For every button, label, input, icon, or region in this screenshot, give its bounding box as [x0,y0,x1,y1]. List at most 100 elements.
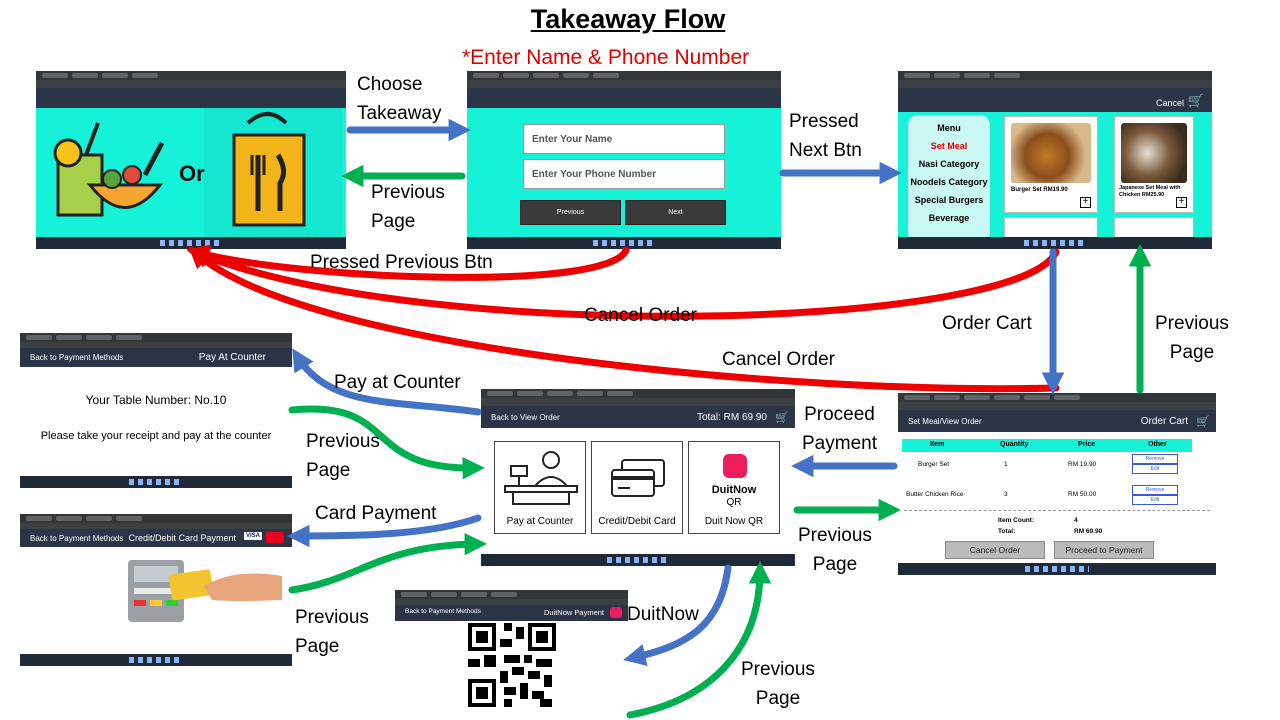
label-choose-takeaway: Choose Takeaway [357,74,442,124]
category-beverage[interactable]: Beverage [908,213,990,223]
screen-card-payment: Back to Payment Methods Credit/Debit Car… [20,514,292,666]
cart-icon[interactable]: 🛒 [775,411,789,424]
menu-item-card[interactable] [1114,217,1194,239]
diagram-title: Takeaway Flow [530,4,726,34]
back-link[interactable]: Back to Payment Methods [30,534,123,543]
back-link[interactable]: Back to Payment Methods [405,608,481,615]
category-burgers[interactable]: Special Burgers [908,195,990,205]
label-previous-page: Previous Page [295,607,369,657]
label-cancel-order: Cancel Order [584,305,697,326]
card-label: Credit/Debit Card [598,516,676,527]
card-heading: Credit/Debit Card Payment [128,533,236,543]
label-previous-page: Previous Page [371,182,445,232]
total-label: Total: [998,528,1016,535]
label-previous-page: Previous Page [798,525,872,575]
menu-item-name: Burger Set RM19.90 [1011,187,1068,193]
menu-item-card[interactable]: Burger Set RM19.90 + [1004,116,1098,213]
arrow-previous-5 [288,532,487,594]
burger-image [1011,123,1091,183]
card-terminal-illustration [128,560,282,622]
takeaway-bag-icon[interactable] [226,111,316,231]
screen-menu: Cancel 🛒 Menu Set Meal Nasi Category Noo… [898,71,1212,249]
phone-input[interactable]: Enter Your Phone Number [523,159,725,189]
back-to-view-order-link[interactable]: Back to View Order [491,413,560,422]
cancel-order-button[interactable]: Cancel Order [945,541,1045,559]
label-previous-page: Previous Page [741,659,815,709]
label-pressed-previous-btn: Pressed Previous Btn [310,252,493,273]
duitnow-logo-text: DuitNow [711,484,757,496]
label-card-payment: Card Payment [315,503,437,524]
qr-code-image [468,623,556,707]
cart-heading: Order Cart [1140,416,1188,427]
previous-button[interactable]: Previous [520,200,621,225]
screen-order-cart: Set Meal/View Order Order Cart 🛒 Item Qu… [898,393,1216,575]
name-input[interactable]: Enter Your Name [523,124,725,154]
col-item: Item [930,441,945,448]
screen-pay-at-counter: Back to Payment Methods Pay At Counter Y… [20,333,292,488]
credit-card-icon [611,459,665,497]
proceed-to-payment-button[interactable]: Proceed to Payment [1054,541,1154,559]
table-number: Your Table Number: No.10 [85,393,227,407]
remove-button[interactable]: Remove [1132,485,1178,495]
menu-heading: Menu [937,123,961,133]
cart-row-price: RM 50.00 [1068,491,1097,498]
cart-table-header: Item Quantity Price Other [902,439,1192,452]
category-nasi[interactable]: Nasi Category [908,159,990,169]
cart-row-qty: 1 [1004,461,1008,468]
card-option[interactable]: Credit/Debit Card [591,441,683,534]
edit-button[interactable]: Edit [1132,464,1178,474]
duitnow-logo-qr: QR [726,497,742,508]
duitnow-logo-icon [610,607,622,618]
label-order-cart: Order Cart [942,313,1032,334]
set-meal-image [1121,123,1187,183]
cart-icon[interactable]: 🛒 [1196,415,1210,428]
remove-button[interactable]: Remove [1132,454,1178,464]
label-pressed-next: Pressed Next Btn [789,111,862,161]
or-text: Or [179,161,205,186]
next-button[interactable]: Next [625,200,726,225]
menu-item-card[interactable]: Japanese Set Meal with Chicken RM25.90 + [1114,116,1194,213]
cart-row-item: Butter Chicken Rice [906,491,964,498]
menu-item-card[interactable] [1004,217,1098,239]
cart-icon[interactable]: 🛒 [1188,93,1204,109]
cart-row-price: RM 19.90 [1068,461,1097,468]
category-set-meal[interactable]: Set Meal [908,141,990,151]
mastercard-logo [266,532,284,543]
duitnow-heading: DuitNow Payment [543,608,604,617]
screen-order-type: Or [36,71,346,249]
col-other: Other [1148,441,1167,448]
duitnow-label: Duit Now QR [704,516,764,527]
add-icon[interactable]: + [1176,197,1187,208]
label-previous-page: Previous Page [1155,313,1229,363]
total-value: RM 69.90 [1074,528,1103,535]
category-noodles[interactable]: Noodels Category [908,177,990,187]
label-duitnow: DuitNow [627,604,699,625]
divider [904,510,1210,511]
input-note: *Enter Name & Phone Number [462,46,750,69]
cart-row-item: Burger Set [918,461,950,468]
screen-customer-details: Enter Your Name Enter Your Phone Number … [467,71,781,249]
label-cancel-order: Cancel Order [722,349,835,370]
label-previous-page: Previous Page [306,431,380,481]
item-count-label: Item Count: [998,517,1035,524]
edit-button[interactable]: Edit [1132,495,1178,505]
screen-duitnow-payment: Back to Payment Methods DuitNow Payment [395,590,628,720]
add-icon[interactable]: + [1080,197,1091,208]
cancel-link[interactable]: Cancel [1156,98,1184,108]
duitnow-logo-icon [723,454,747,478]
screen-payment-methods: Back to View Order Total: RM 69.90 🛒 Pay… [481,389,795,566]
pay-at-counter-option[interactable]: Pay at Counter [494,441,586,534]
cart-row-qty: 3 [1004,491,1008,498]
col-quantity: Quantity [1000,441,1029,448]
back-link[interactable]: Back to Payment Methods [30,353,123,362]
item-count-value: 4 [1074,517,1078,524]
counter-instruction: Please take your receipt and pay at the … [40,430,272,442]
cashier-icon [504,451,578,505]
payment-total: Total: RM 69.90 [696,412,767,423]
counter-heading: Pay At Counter [198,352,266,363]
label-proceed-payment: Proceed Payment [802,404,877,454]
pay-at-counter-label: Pay at Counter [506,516,574,527]
set-meal-view-order-link[interactable]: Set Meal/View Order [908,417,982,426]
duitnow-option[interactable]: DuitNow QR Duit Now QR [688,441,780,534]
dine-in-icon[interactable] [50,115,170,225]
